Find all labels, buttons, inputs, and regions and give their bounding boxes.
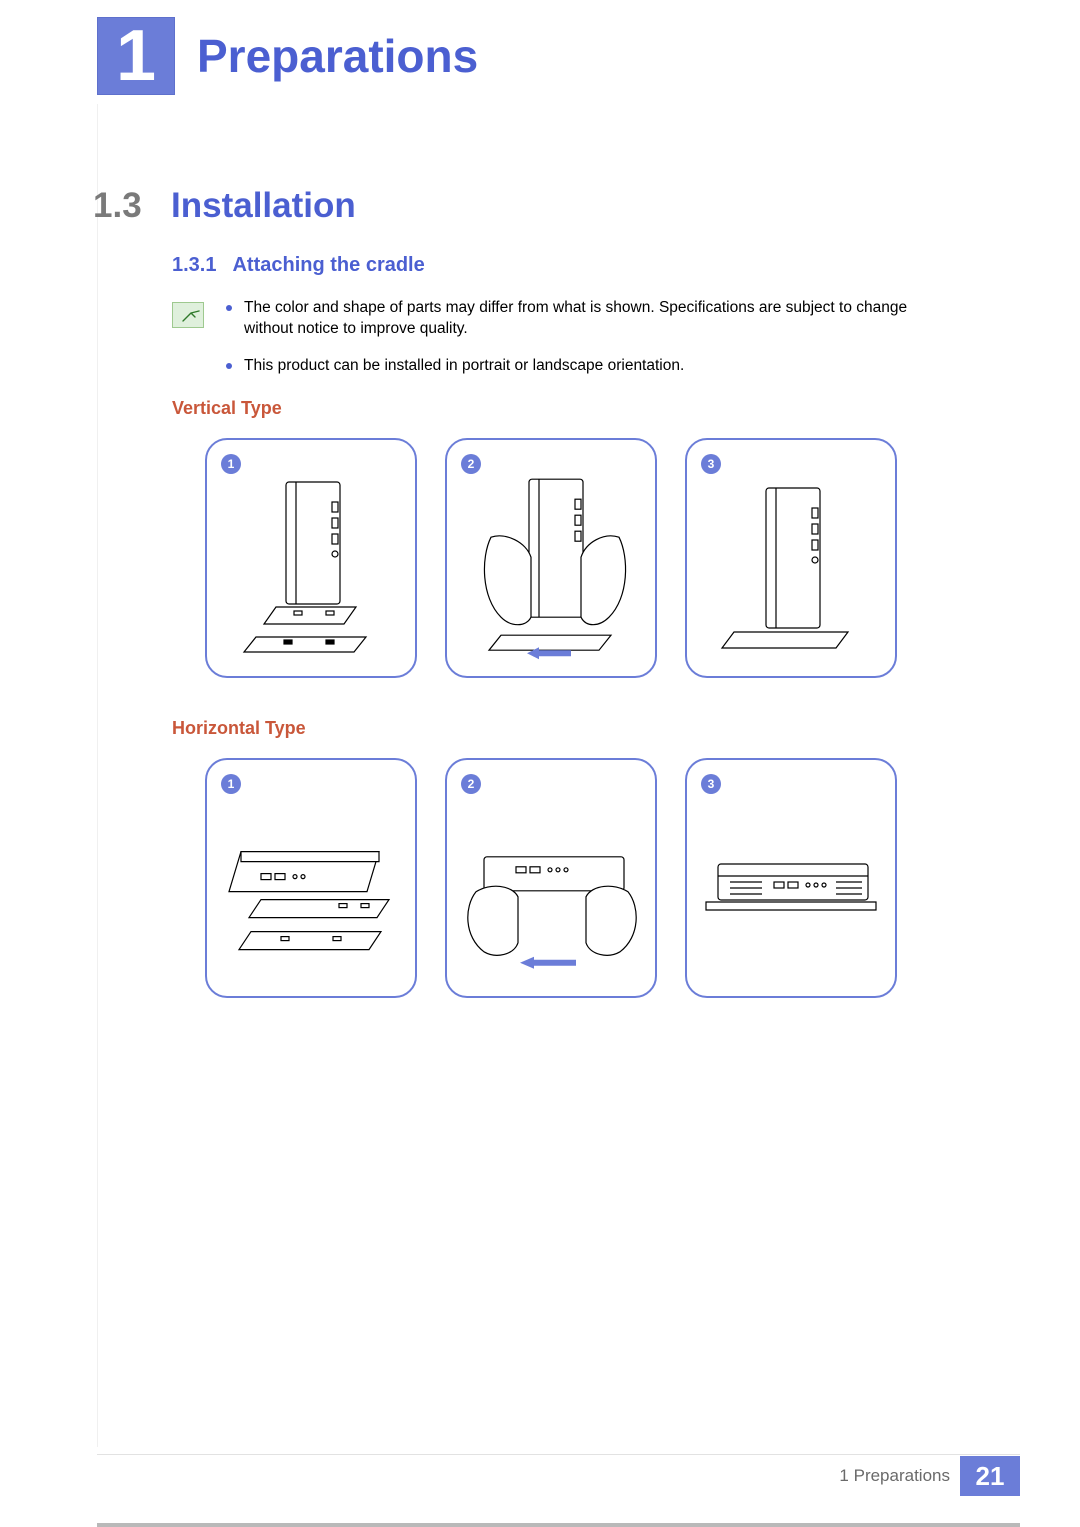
footer-rule bbox=[97, 1454, 1020, 1455]
figure-vertical-3: 3 bbox=[685, 438, 897, 678]
vertical-figure-row: 1 bbox=[205, 438, 897, 678]
figure-vertical-1: 1 bbox=[205, 438, 417, 678]
note-item: The color and shape of parts may differ … bbox=[226, 298, 960, 340]
footer-bar bbox=[97, 1523, 1020, 1527]
note-text: This product can be installed in portrai… bbox=[244, 356, 684, 377]
footer-chapter-ref: 1 Preparations bbox=[839, 1466, 950, 1486]
note-icon bbox=[172, 302, 204, 328]
figure-vertical-2: 2 bbox=[445, 438, 657, 678]
chapter-number: 1 bbox=[116, 20, 156, 92]
chapter-number-box: 1 bbox=[97, 17, 175, 95]
device-horizontal-step3-illustration bbox=[696, 806, 886, 956]
device-horizontal-step2-illustration bbox=[456, 787, 646, 977]
section-title: Installation bbox=[171, 186, 356, 226]
horizontal-type-label: Horizontal Type bbox=[172, 718, 306, 739]
subsection-title: Attaching the cradle bbox=[232, 254, 424, 277]
note-text: The color and shape of parts may differ … bbox=[244, 298, 960, 340]
vertical-type-label: Vertical Type bbox=[172, 398, 282, 419]
horizontal-figure-row: 1 bbox=[205, 758, 897, 998]
device-vertical-step3-illustration bbox=[716, 462, 866, 662]
page-number-box: 21 bbox=[960, 1456, 1020, 1496]
page-number: 21 bbox=[976, 1461, 1005, 1492]
step-badge: 3 bbox=[701, 774, 721, 794]
note-list: The color and shape of parts may differ … bbox=[226, 298, 960, 393]
subsection-heading: 1.3.1 Attaching the cradle bbox=[172, 254, 425, 277]
left-rule bbox=[97, 104, 98, 1447]
figure-horizontal-2: 2 bbox=[445, 758, 657, 998]
device-vertical-step2-illustration bbox=[471, 457, 631, 667]
chapter-title: Preparations bbox=[197, 29, 478, 83]
note-item: This product can be installed in portrai… bbox=[226, 356, 960, 377]
section-heading: 1.3 Installation bbox=[93, 186, 356, 226]
chapter-header: 1 Preparations bbox=[97, 16, 1020, 96]
device-horizontal-step1-illustration bbox=[221, 792, 401, 972]
figure-horizontal-1: 1 bbox=[205, 758, 417, 998]
subsection-number: 1.3.1 bbox=[172, 254, 216, 277]
device-vertical-step1-illustration bbox=[236, 462, 386, 662]
bullet-icon bbox=[226, 305, 232, 311]
note-block: The color and shape of parts may differ … bbox=[172, 298, 960, 393]
section-number: 1.3 bbox=[93, 186, 171, 226]
bullet-icon bbox=[226, 363, 232, 369]
figure-horizontal-3: 3 bbox=[685, 758, 897, 998]
